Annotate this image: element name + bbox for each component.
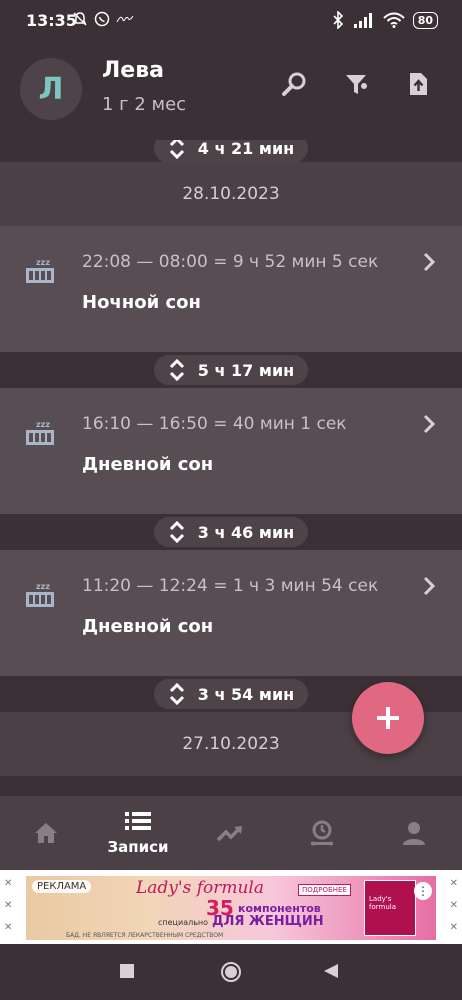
child-name[interactable]: Лева xyxy=(102,58,164,83)
close-icon: ✕ xyxy=(4,900,13,911)
svg-text:zzz: zzz xyxy=(36,420,50,429)
gap-indicator: 4 ч 21 мин xyxy=(0,140,462,163)
svg-text:zzz: zzz xyxy=(36,258,50,267)
wifi-icon xyxy=(382,12,405,28)
gap-indicator: 5 ч 17 мин xyxy=(0,352,462,388)
gap-duration: 3 ч 54 мин xyxy=(197,684,295,704)
battery-indicator: 80 xyxy=(412,11,438,29)
app-notification-icon xyxy=(116,15,134,23)
expand-collapse-icon xyxy=(169,140,184,159)
trend-icon xyxy=(216,826,242,842)
profile-icon xyxy=(403,822,425,845)
signal-icon xyxy=(353,13,372,28)
entry-time-range: 11:20 — 12:24 = 1 ч 3 мин 54 сек xyxy=(82,576,379,596)
back-button[interactable] xyxy=(324,964,338,978)
mute-notifications-icon xyxy=(73,12,87,26)
nav-records[interactable]: Записи xyxy=(92,796,184,870)
gap-pill[interactable]: 3 ч 46 мин xyxy=(153,517,309,547)
nav-timer[interactable] xyxy=(276,796,368,870)
chevron-right-icon[interactable] xyxy=(422,576,436,596)
entry-time-range: 16:10 — 16:50 = 40 мин 1 сек xyxy=(82,414,347,434)
close-icon: ✕ xyxy=(4,922,13,933)
ad-label: РЕКЛАМА xyxy=(32,880,92,893)
chevron-right-icon[interactable] xyxy=(422,252,436,272)
search-icon[interactable] xyxy=(280,70,308,98)
system-navigation xyxy=(0,944,462,1000)
gap-pill[interactable]: 3 ч 54 мин xyxy=(153,679,309,709)
ad-product-label: Lady's formula xyxy=(369,895,396,911)
svg-text:zzz: zzz xyxy=(36,582,50,591)
child-header: Л Лева 1 г 2 мес xyxy=(0,44,462,140)
avatar[interactable]: Л xyxy=(20,58,82,120)
crib-sleep-icon: zzz xyxy=(26,258,54,283)
date-header: 28.10.2023 xyxy=(0,162,462,226)
sleep-entry[interactable]: zzz 11:20 — 12:24 = 1 ч 3 мин 54 сек Дне… xyxy=(0,550,462,676)
entry-label: Дневной сон xyxy=(82,616,214,637)
crib-sleep-icon: zzz xyxy=(26,420,54,445)
status-time: 13:35 xyxy=(26,11,77,30)
gap-duration: 5 ч 17 мин xyxy=(197,360,295,380)
nav-records-label: Записи xyxy=(107,838,169,856)
nav-profile[interactable] xyxy=(368,796,460,870)
gap-duration: 4 ч 21 мин xyxy=(197,140,295,158)
chevron-right-icon[interactable] xyxy=(422,414,436,434)
nav-statistics[interactable] xyxy=(184,796,276,870)
timer-icon xyxy=(311,820,333,846)
filter-icon[interactable] xyxy=(342,70,370,98)
home-icon xyxy=(35,823,57,843)
gap-pill[interactable]: 5 ч 17 мин xyxy=(153,355,309,385)
entry-time-range: 22:08 — 08:00 = 9 ч 52 мин 5 сек xyxy=(82,252,379,272)
add-record-button[interactable] xyxy=(352,682,424,754)
ad-disclaimer: БАД. НЕ ЯВЛЯЕТСЯ ЛЕКАРСТВЕННЫМ СРЕДСТВОМ xyxy=(66,932,224,939)
expand-collapse-icon xyxy=(169,683,184,705)
ad-brand: Lady's formula xyxy=(136,878,265,898)
recents-button[interactable] xyxy=(120,964,134,978)
home-button[interactable] xyxy=(220,961,242,983)
ad-container: ✕ ✕ ✕ ✕ ✕ ✕ РЕКЛАМА Lady's formula ПОДРО… xyxy=(0,870,462,944)
gap-duration: 3 ч 46 мин xyxy=(197,522,295,542)
entry-label: Дневной сон xyxy=(82,454,214,475)
ad-banner[interactable]: РЕКЛАМА Lady's formula ПОДРОБНЕЕ 35 комп… xyxy=(26,876,436,940)
gap-indicator: 3 ч 46 мин xyxy=(0,514,462,550)
list-icon xyxy=(125,812,151,830)
close-icon: ✕ xyxy=(449,900,458,911)
export-icon[interactable] xyxy=(404,70,432,98)
close-icon: ✕ xyxy=(449,878,458,889)
crib-sleep-icon: zzz xyxy=(26,582,54,607)
expand-collapse-icon xyxy=(169,359,184,381)
entry-label: Ночной сон xyxy=(82,292,201,313)
close-icon: ✕ xyxy=(4,878,13,889)
ad-menu-icon[interactable]: ⋮ xyxy=(414,882,432,900)
ad-details-button[interactable]: ПОДРОБНЕЕ xyxy=(298,884,351,896)
plus-icon xyxy=(377,707,399,729)
bottom-navigation: Записи xyxy=(0,796,462,870)
nav-home[interactable] xyxy=(0,796,92,870)
ad-for-women: ДЛЯ ЖЕНЩИН xyxy=(212,914,324,929)
sleep-entry[interactable]: zzz 16:10 — 16:50 = 40 мин 1 сек Дневной… xyxy=(0,388,462,514)
status-bar: 13:35 80 xyxy=(0,0,462,44)
whatsapp-icon xyxy=(94,11,110,27)
child-age: 1 г 2 мес xyxy=(102,94,187,115)
ad-special: специально xyxy=(158,918,209,927)
sleep-entry[interactable]: zzz 22:08 — 08:00 = 9 ч 52 мин 5 сек Ноч… xyxy=(0,226,462,352)
close-icon: ✕ xyxy=(449,922,458,933)
bluetooth-icon xyxy=(333,11,343,29)
ad-product-image: Lady's formula xyxy=(364,880,416,936)
expand-collapse-icon xyxy=(169,521,184,543)
gap-pill[interactable]: 4 ч 21 мин xyxy=(153,140,309,163)
